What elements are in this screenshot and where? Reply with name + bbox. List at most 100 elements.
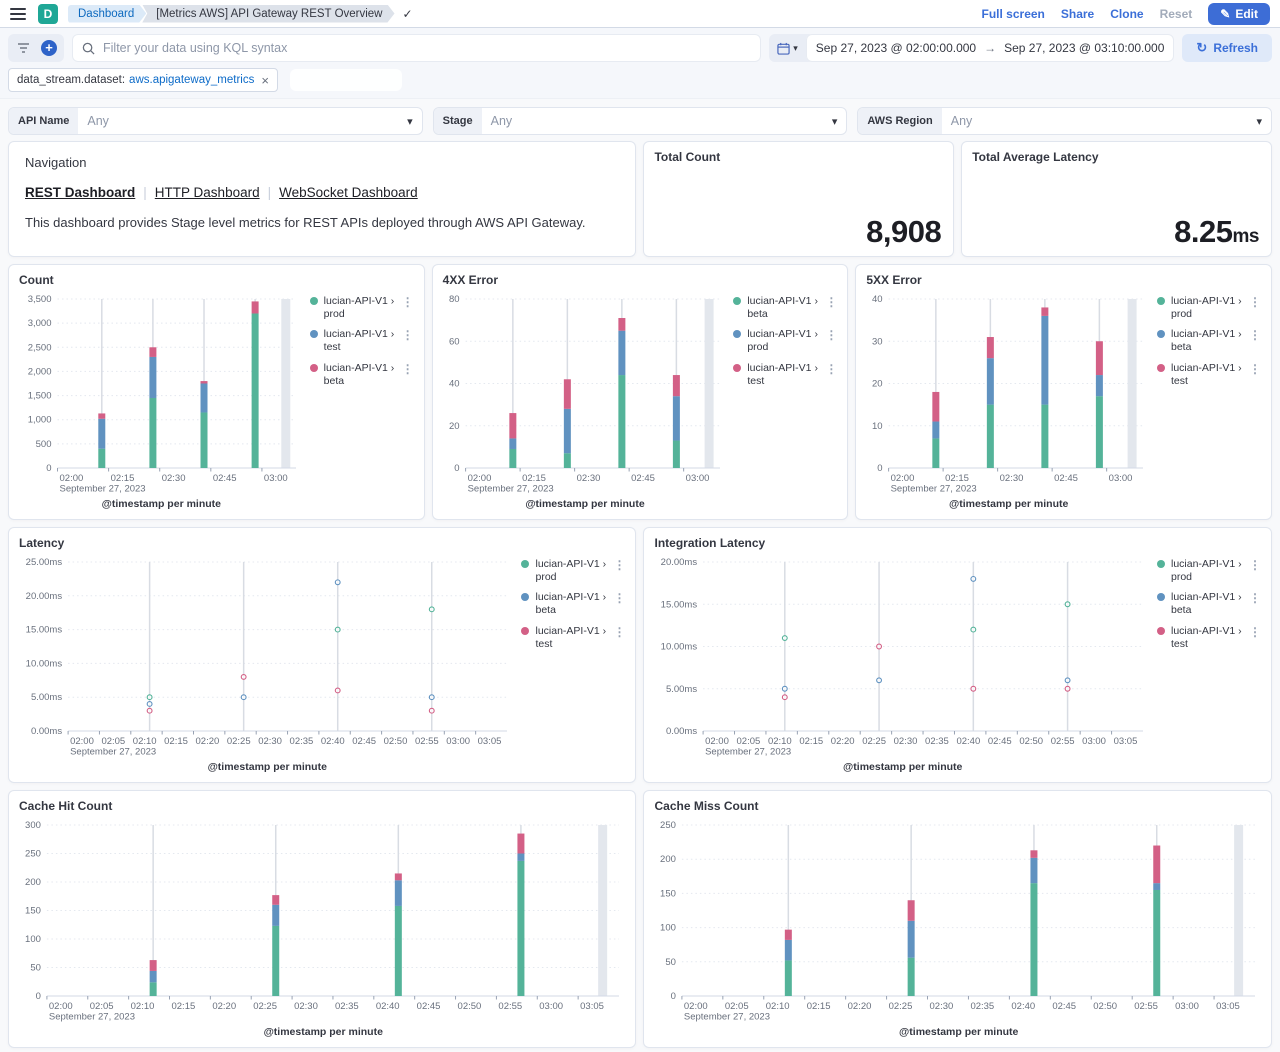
- svg-text:3,000: 3,000: [28, 318, 52, 329]
- legend-menu-icon[interactable]: ⋮: [1247, 558, 1263, 572]
- control-stage[interactable]: Stage Any ▾: [433, 107, 848, 135]
- link-rest-dashboard[interactable]: REST Dashboard: [25, 185, 135, 200]
- svg-text:0.00ms: 0.00ms: [666, 726, 697, 737]
- count-chart[interactable]: 05001,0001,5002,0002,5003,0003,50002:00S…: [19, 291, 304, 498]
- svg-text:02:55: 02:55: [1135, 1001, 1159, 1012]
- legend-item[interactable]: lucian-API-V1 › prod⋮: [1157, 558, 1263, 584]
- 4xx-error-chart[interactable]: 02040608002:00September 27, 202302:1502:…: [443, 291, 728, 498]
- date-end[interactable]: Sep 27, 2023 @ 03:10:00.000: [1004, 41, 1164, 55]
- legend-item[interactable]: lucian-API-V1 › test⋮: [521, 625, 627, 651]
- legend-menu-icon[interactable]: ⋮: [611, 558, 627, 572]
- legend-menu-icon[interactable]: ⋮: [400, 328, 416, 342]
- legend-dot-icon: [733, 297, 741, 305]
- share-button[interactable]: Share: [1061, 7, 1094, 21]
- svg-text:500: 500: [36, 439, 52, 450]
- legend-item[interactable]: lucian-API-V1 › test⋮: [1157, 625, 1263, 651]
- legend-item[interactable]: lucian-API-V1 › prod ⋮: [733, 328, 839, 354]
- search-icon: [82, 42, 95, 55]
- svg-text:02:00: 02:00: [49, 1001, 73, 1012]
- svg-text:02:15: 02:15: [171, 1001, 195, 1012]
- dashboard-space-icon[interactable]: D: [38, 4, 58, 24]
- legend-menu-icon[interactable]: ⋮: [1247, 591, 1263, 605]
- cache-hit-count-chart[interactable]: 05010015020025030002:00September 27, 202…: [19, 817, 627, 1026]
- full-screen-button[interactable]: Full screen: [982, 7, 1045, 21]
- legend-menu-icon[interactable]: ⋮: [611, 591, 627, 605]
- svg-text:03:05: 03:05: [478, 736, 502, 747]
- svg-text:20: 20: [872, 379, 883, 390]
- legend-item[interactable]: lucian-API-V1 › beta⋮: [733, 295, 839, 321]
- legend-dot-icon: [521, 593, 529, 601]
- refresh-button[interactable]: ↻ Refresh: [1182, 34, 1272, 62]
- legend-menu-icon[interactable]: ⋮: [1247, 295, 1263, 309]
- legend-menu-icon[interactable]: ⋮: [823, 328, 839, 342]
- svg-text:02:40: 02:40: [321, 736, 345, 747]
- close-icon[interactable]: ×: [261, 73, 269, 88]
- integration-latency-chart[interactable]: 0.00ms5.00ms10.00ms15.00ms20.00ms02:00Se…: [654, 554, 1151, 761]
- legend-label: lucian-API-V1 › prod: [747, 328, 819, 354]
- legend-menu-icon[interactable]: ⋮: [823, 295, 839, 309]
- filter-button-group: +: [8, 34, 64, 62]
- kql-search-input[interactable]: [103, 41, 751, 55]
- legend-dot-icon: [310, 330, 318, 338]
- kpi-value: 8,908: [866, 214, 941, 250]
- svg-text:02:50: 02:50: [458, 1001, 482, 1012]
- clone-button[interactable]: Clone: [1110, 7, 1143, 21]
- link-http-dashboard[interactable]: HTTP Dashboard: [155, 185, 260, 200]
- legend-item[interactable]: lucian-API-V1 › prod⋮: [310, 295, 416, 321]
- cache-miss-count-chart[interactable]: 05010015020025002:00September 27, 202302…: [654, 817, 1263, 1026]
- add-filter-button[interactable]: +: [36, 36, 62, 60]
- legend-item[interactable]: lucian-API-V1 › beta⋮: [1157, 591, 1263, 617]
- edit-button[interactable]: ✎ Edit: [1208, 3, 1270, 25]
- control-api-name[interactable]: API Name Any ▾: [8, 107, 423, 135]
- legend-item[interactable]: lucian-API-V1 › test⋮: [310, 328, 416, 354]
- legend-item[interactable]: lucian-API-V1 › beta⋮: [310, 362, 416, 388]
- menu-icon[interactable]: [10, 8, 26, 20]
- svg-text:150: 150: [661, 888, 677, 899]
- legend-menu-icon[interactable]: ⋮: [1247, 362, 1263, 376]
- legend-menu-icon[interactable]: ⋮: [1247, 328, 1263, 342]
- date-start[interactable]: Sep 27, 2023 @ 02:00:00.000: [816, 41, 976, 55]
- reset-button[interactable]: Reset: [1160, 7, 1193, 21]
- legend-menu-icon[interactable]: ⋮: [400, 295, 416, 309]
- svg-text:September 27, 2023: September 27, 2023: [49, 1012, 135, 1023]
- legend-item[interactable]: lucian-API-V1 › test⋮: [1157, 362, 1263, 388]
- legend-item[interactable]: lucian-API-V1 › test ⋮: [733, 362, 839, 388]
- svg-text:02:50: 02:50: [1094, 1001, 1118, 1012]
- legend-menu-icon[interactable]: ⋮: [823, 362, 839, 376]
- control-aws-region[interactable]: AWS Region Any ▾: [857, 107, 1272, 135]
- legend-menu-icon[interactable]: ⋮: [400, 362, 416, 376]
- svg-text:02:05: 02:05: [101, 736, 125, 747]
- svg-text:5.00ms: 5.00ms: [666, 684, 697, 695]
- svg-text:02:00: 02:00: [706, 736, 730, 747]
- svg-text:5.00ms: 5.00ms: [31, 692, 62, 703]
- svg-text:25.00ms: 25.00ms: [26, 557, 63, 568]
- 5xx-error-chart[interactable]: 01020304002:00September 27, 202302:1502:…: [866, 291, 1151, 498]
- latency-chart[interactable]: 0.00ms5.00ms10.00ms15.00ms20.00ms25.00ms…: [19, 554, 515, 761]
- svg-text:02:55: 02:55: [498, 1001, 522, 1012]
- link-websocket-dashboard[interactable]: WebSocket Dashboard: [279, 185, 418, 200]
- legend-menu-icon[interactable]: ⋮: [611, 625, 627, 639]
- legend-item[interactable]: lucian-API-V1 › beta⋮: [521, 591, 627, 617]
- svg-text:September 27, 2023: September 27, 2023: [467, 484, 553, 495]
- chart-title: Count: [19, 273, 416, 289]
- chart-title: Latency: [19, 536, 627, 552]
- legend-dot-icon: [1157, 330, 1165, 338]
- navigation-title: Navigation: [25, 155, 619, 170]
- kql-search-box[interactable]: [72, 34, 761, 62]
- legend-item[interactable]: lucian-API-V1 › beta⋮: [1157, 328, 1263, 354]
- legend-menu-icon[interactable]: ⋮: [1247, 625, 1263, 639]
- breadcrumb-dashboard[interactable]: Dashboard: [68, 5, 146, 23]
- svg-text:02:30: 02:30: [162, 473, 186, 484]
- filter-funnel-icon[interactable]: [10, 36, 36, 60]
- count-chart-panel: Count 05001,0001,5002,0002,5003,0003,500…: [8, 264, 425, 520]
- legend-label: lucian-API-V1 › test: [747, 362, 819, 388]
- svg-text:September 27, 2023: September 27, 2023: [891, 484, 977, 495]
- filter-pill-datastream[interactable]: data_stream.dataset: aws.apigateway_metr…: [8, 68, 278, 92]
- svg-text:03:00: 03:00: [685, 473, 709, 484]
- svg-text:02:35: 02:35: [926, 736, 950, 747]
- svg-text:02:20: 02:20: [212, 1001, 236, 1012]
- legend-item[interactable]: lucian-API-V1 › prod⋮: [1157, 295, 1263, 321]
- legend-item[interactable]: lucian-API-V1 › prod⋮: [521, 558, 627, 584]
- calendar-menu-button[interactable]: ▾: [769, 42, 806, 55]
- pencil-icon: ✎: [1220, 7, 1230, 21]
